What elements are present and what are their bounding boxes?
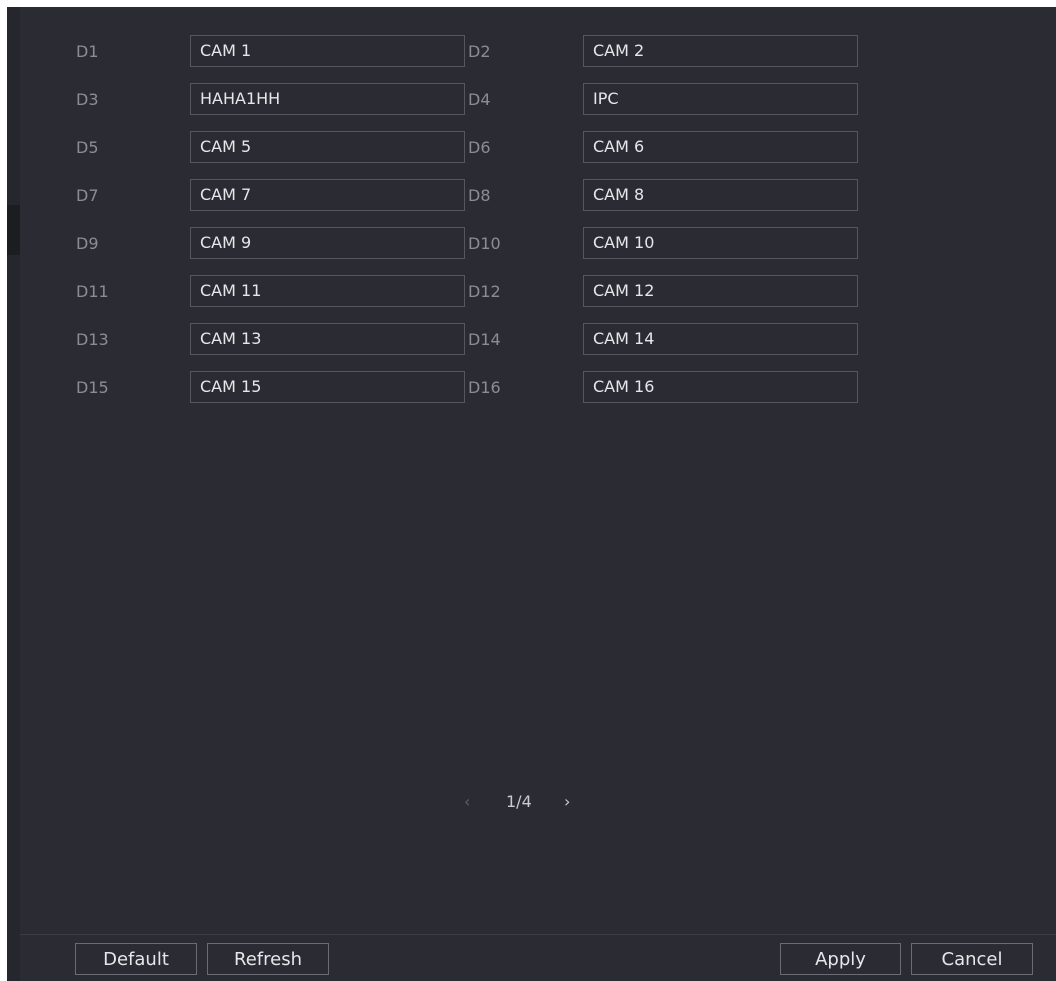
- channel-label: D1: [76, 42, 99, 61]
- channel-label: D3: [76, 90, 99, 109]
- chevron-right-icon[interactable]: ›: [564, 792, 570, 811]
- channel-label: D15: [76, 378, 109, 397]
- channel-name-input[interactable]: CAM 14: [583, 323, 858, 355]
- channel-label: D16: [468, 378, 501, 397]
- channel-name-input[interactable]: CAM 15: [190, 371, 465, 403]
- channel-name-input[interactable]: CAM 2: [583, 35, 858, 67]
- channel-label: D8: [468, 186, 491, 205]
- channel-label: D14: [468, 330, 501, 349]
- channel-name-input[interactable]: CAM 8: [583, 179, 858, 211]
- default-button[interactable]: Default: [75, 943, 197, 975]
- page-indicator: 1/4: [506, 792, 532, 811]
- left-sidebar-strip: [7, 7, 20, 981]
- channel-label: D12: [468, 282, 501, 301]
- channel-label: D2: [468, 42, 491, 61]
- channel-label: D5: [76, 138, 99, 157]
- footer-divider: [20, 934, 1056, 935]
- channel-name-input[interactable]: CAM 6: [583, 131, 858, 163]
- channel-label: D9: [76, 234, 99, 253]
- channel-name-input[interactable]: CAM 11: [190, 275, 465, 307]
- app-window: D1 CAM 1 D2 CAM 2 D3 HAHA1HH D4 IPC D5 C…: [0, 0, 1056, 981]
- channel-name-input[interactable]: CAM 7: [190, 179, 465, 211]
- channel-label: D11: [76, 282, 109, 301]
- channel-label: D7: [76, 186, 99, 205]
- refresh-button[interactable]: Refresh: [207, 943, 329, 975]
- chevron-left-icon[interactable]: ‹: [464, 792, 470, 811]
- channel-label: D10: [468, 234, 501, 253]
- channel-label: D13: [76, 330, 109, 349]
- channel-label: D6: [468, 138, 491, 157]
- channel-name-input[interactable]: CAM 13: [190, 323, 465, 355]
- channel-name-input[interactable]: CAM 10: [583, 227, 858, 259]
- channel-label: D4: [468, 90, 491, 109]
- channel-name-input[interactable]: IPC: [583, 83, 858, 115]
- channel-name-input[interactable]: CAM 5: [190, 131, 465, 163]
- channel-name-input[interactable]: CAM 9: [190, 227, 465, 259]
- channel-name-panel: D1 CAM 1 D2 CAM 2 D3 HAHA1HH D4 IPC D5 C…: [20, 7, 1056, 981]
- cancel-button[interactable]: Cancel: [911, 943, 1033, 975]
- channel-name-input[interactable]: CAM 1: [190, 35, 465, 67]
- apply-button[interactable]: Apply: [780, 943, 901, 975]
- channel-name-input[interactable]: CAM 16: [583, 371, 858, 403]
- channel-name-input[interactable]: CAM 12: [583, 275, 858, 307]
- sidebar-collapse-handle[interactable]: [7, 205, 20, 255]
- channel-name-input[interactable]: HAHA1HH: [190, 83, 465, 115]
